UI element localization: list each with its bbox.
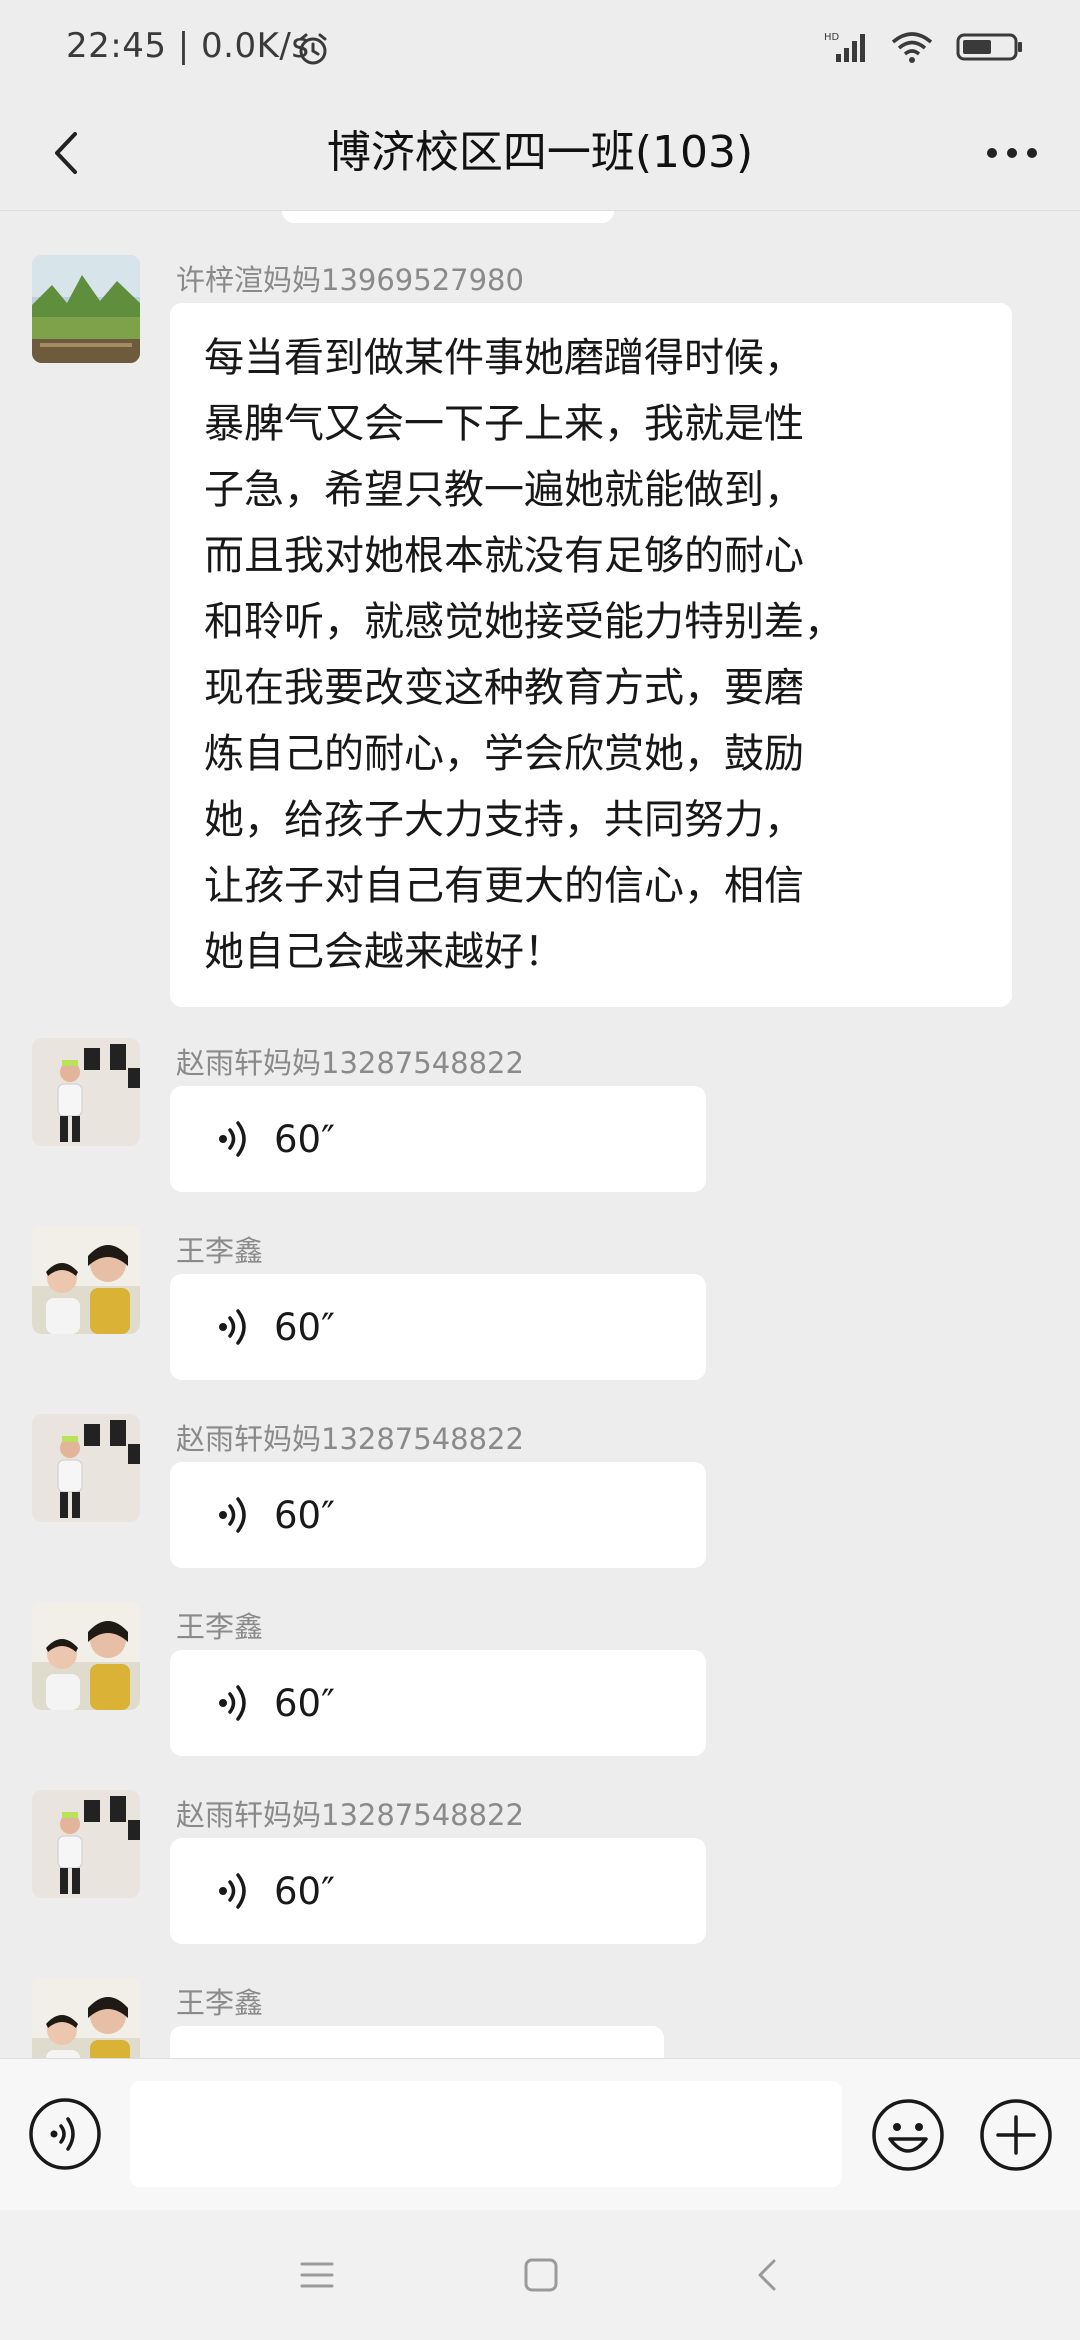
home-button[interactable] <box>516 2250 566 2300</box>
chat-title: 博济校区四一班(103) <box>326 127 754 178</box>
svg-text:HD: HD <box>824 32 840 43</box>
status-bar: 22:45 | 0.0K/s HD <box>0 0 1080 96</box>
avatar[interactable] <box>32 1602 140 1710</box>
sender-name: 赵雨轩妈妈13287548822 <box>176 1422 524 1456</box>
previous-message-bubble[interactable] <box>282 211 614 223</box>
message-line: 她自己会越来越好！ <box>204 929 564 975</box>
voice-message-bubble[interactable]: 60″ <box>170 1838 706 1944</box>
voice-message-bubble[interactable]: 60″ <box>170 1086 706 1192</box>
status-icons: HD <box>824 30 1024 68</box>
alarm-icon <box>296 32 330 70</box>
more-button[interactable] <box>972 118 1052 188</box>
plus-icon <box>980 2099 1052 2171</box>
back-triangle-icon <box>758 2259 776 2291</box>
voice-wave-icon <box>219 1309 246 1345</box>
system-nav-bar <box>0 2210 1080 2340</box>
sender-name: 许梓渲妈妈13969527980 <box>176 263 524 297</box>
battery-icon <box>956 30 1024 68</box>
message-line: 暴脾气又会一下子上来，我就是性 <box>204 401 804 447</box>
avatar[interactable] <box>32 1978 140 2058</box>
avatar[interactable] <box>32 1414 140 1522</box>
sender-name: 王李鑫 <box>176 1610 264 1644</box>
message-line: 让孩子对自己有更大的信心，相信 <box>204 863 804 909</box>
sender-name: 赵雨轩妈妈13287548822 <box>176 1798 524 1832</box>
chat-message: 王李鑫 <box>0 1978 1080 2058</box>
sender-name: 王李鑫 <box>176 1234 264 1268</box>
message-line: 现在我要改变这种教育方式，要磨 <box>204 665 804 711</box>
more-dots-icon <box>987 148 1037 158</box>
voice-input-icon <box>29 2098 101 2170</box>
wifi-icon <box>890 30 934 68</box>
chat-message: 赵雨轩妈妈13287548822 60″ <box>0 1038 1080 1198</box>
voice-duration: 60″ <box>274 1305 335 1349</box>
voice-duration: 60″ <box>274 1117 335 1161</box>
text-message-bubble[interactable]: 每当看到做某件事她磨蹭得时候， 暴脾气又会一下子上来，我就是性 子急，希望只教一… <box>170 303 1012 1007</box>
emoji-button[interactable] <box>870 2097 946 2173</box>
voice-wave-icon <box>219 1121 246 1157</box>
message-line: 和聆听，就感觉她接受能力特别差， <box>204 599 844 645</box>
message-line: 炼自己的耐心，学会欣赏她，鼓励 <box>204 731 804 777</box>
menu-icon <box>300 2262 334 2288</box>
sender-name: 赵雨轩妈妈13287548822 <box>176 1046 524 1080</box>
avatar[interactable] <box>32 1226 140 1334</box>
avatar[interactable] <box>32 1790 140 1898</box>
message-line: 每当看到做某件事她磨蹭得时候， <box>204 335 804 381</box>
voice-duration: 60″ <box>274 1681 335 1725</box>
voice-wave-icon <box>219 1685 246 1721</box>
chat-header: 博济校区四一班(103) <box>0 96 1080 211</box>
voice-duration: 60″ <box>274 1493 335 1537</box>
message-line: 她，给孩子大力支持，共同努力， <box>204 797 804 843</box>
hd-signal-icon: HD <box>824 30 868 68</box>
input-bar <box>0 2058 1080 2211</box>
voice-input-button[interactable] <box>28 2097 102 2171</box>
chat-message-list[interactable]: 许梓渲妈妈13969527980 每当看到做某件事她磨蹭得时候， 暴脾气又会一下… <box>0 211 1080 2058</box>
voice-wave-icon <box>219 1497 246 1533</box>
chat-message: 赵雨轩妈妈13287548822 60″ <box>0 1790 1080 1950</box>
message-bubble-partial[interactable] <box>170 2026 664 2058</box>
avatar[interactable] <box>32 255 140 363</box>
voice-message-bubble[interactable]: 60″ <box>170 1650 706 1756</box>
message-line: 子急，希望只教一遍她就能做到， <box>204 467 804 513</box>
voice-wave-icon <box>219 1873 246 1909</box>
voice-duration: 60″ <box>274 1869 335 1913</box>
chat-message: 王李鑫 60″ <box>0 1602 1080 1762</box>
voice-message-bubble[interactable]: 60″ <box>170 1274 706 1380</box>
system-back-button[interactable] <box>742 2250 792 2300</box>
menu-button[interactable] <box>292 2250 342 2300</box>
avatar[interactable] <box>32 1038 140 1146</box>
emoji-icon <box>872 2099 944 2171</box>
home-square-icon <box>524 2258 558 2292</box>
sender-name: 王李鑫 <box>176 1986 264 2020</box>
more-functions-button[interactable] <box>978 2097 1054 2173</box>
voice-message-bubble[interactable]: 60″ <box>170 1462 706 1568</box>
chat-message: 许梓渲妈妈13969527980 每当看到做某件事她磨蹭得时候， 暴脾气又会一下… <box>0 255 1080 1015</box>
chat-message: 赵雨轩妈妈13287548822 60″ <box>0 1414 1080 1574</box>
message-line: 而且我对她根本就没有足够的耐心 <box>204 533 804 579</box>
message-input[interactable] <box>130 2081 842 2187</box>
chat-message: 王李鑫 60″ <box>0 1226 1080 1386</box>
status-time: 22:45 | 0.0K/s <box>66 26 310 66</box>
